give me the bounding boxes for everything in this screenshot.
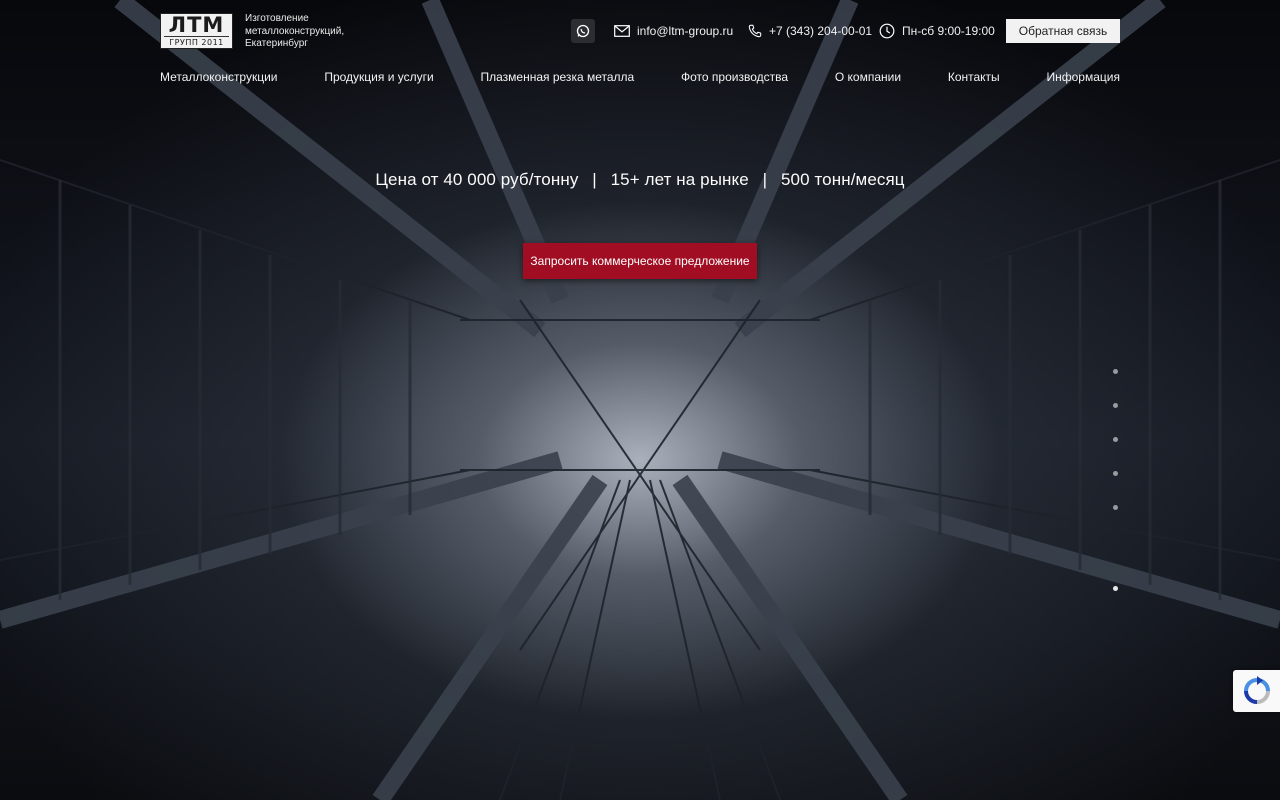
mail-icon: [614, 25, 630, 37]
nav-item-production-photos[interactable]: Фото производства: [681, 70, 788, 84]
whatsapp-link[interactable]: [571, 19, 595, 43]
clock-icon: [879, 23, 895, 39]
phone-link[interactable]: +7 (343) 204-00-01: [748, 22, 872, 40]
nav-item-information[interactable]: Информация: [1047, 70, 1120, 84]
stat-separator: |: [762, 170, 768, 189]
nav-item-about[interactable]: О компании: [835, 70, 901, 84]
tagline-line: Изготовление: [245, 13, 309, 24]
tagline-line: Екатеринбург: [245, 38, 308, 49]
main-navigation: Металлоконструкции Продукция и услуги Пл…: [160, 68, 1120, 86]
slider-dot[interactable]: [1113, 437, 1118, 442]
stat-separator: |: [592, 170, 597, 189]
company-tagline: Изготовление металлоконструкций, Екатери…: [245, 13, 375, 51]
recaptcha-icon: [1243, 676, 1270, 704]
hero-stats: Цена от 40 000 руб/тонну | 15+ лет на ры…: [0, 170, 1280, 190]
slider-dot[interactable]: [1113, 369, 1118, 374]
slider-pagination: [1113, 369, 1121, 620]
recaptcha-badge[interactable]: [1233, 670, 1280, 712]
slider-dot[interactable]: [1113, 505, 1118, 510]
working-hours: Пн-сб 9:00-19:00: [879, 22, 995, 40]
company-logo[interactable]: ЛТМ ГРУПП 2011: [160, 13, 233, 49]
phone-text: +7 (343) 204-00-01: [769, 24, 873, 38]
nav-item-plasma-cutting[interactable]: Плазменная резка металла: [481, 70, 635, 84]
nav-item-metal-structures[interactable]: Металлоконструкции: [160, 70, 278, 84]
stat-experience: 15+ лет на рынке: [610, 170, 749, 189]
whatsapp-icon: [576, 24, 590, 38]
nav-item-products-services[interactable]: Продукция и услуги: [324, 70, 433, 84]
phone-icon: [748, 24, 762, 38]
site-header: ЛТМ ГРУПП 2011 Изготовление металлоконст…: [160, 13, 1120, 53]
atrium-structure-graphic: [0, 0, 1280, 800]
email-link[interactable]: info@ltm-group.ru: [614, 22, 733, 40]
slider-dot[interactable]: [1113, 586, 1118, 591]
slider-dot[interactable]: [1113, 403, 1118, 408]
tagline-line: металлоконструкций,: [245, 25, 345, 37]
stat-price: Цена от 40 000 руб/тонну: [375, 170, 579, 189]
request-offer-button[interactable]: Запросить коммерческое предложение: [523, 243, 757, 279]
email-text: info@ltm-group.ru: [637, 24, 734, 38]
logo-main-text: ЛТМ: [168, 13, 225, 37]
logo-sub-text: ГРУПП 2011: [164, 36, 229, 48]
callback-button[interactable]: Обратная связь: [1006, 19, 1120, 43]
hours-text: Пн-сб 9:00-19:00: [902, 24, 995, 38]
hero-background: [0, 0, 1280, 800]
slider-dot[interactable]: [1113, 471, 1118, 476]
stat-capacity: 500 тонн/месяц: [781, 170, 905, 189]
nav-item-contacts[interactable]: Контакты: [948, 70, 1000, 84]
